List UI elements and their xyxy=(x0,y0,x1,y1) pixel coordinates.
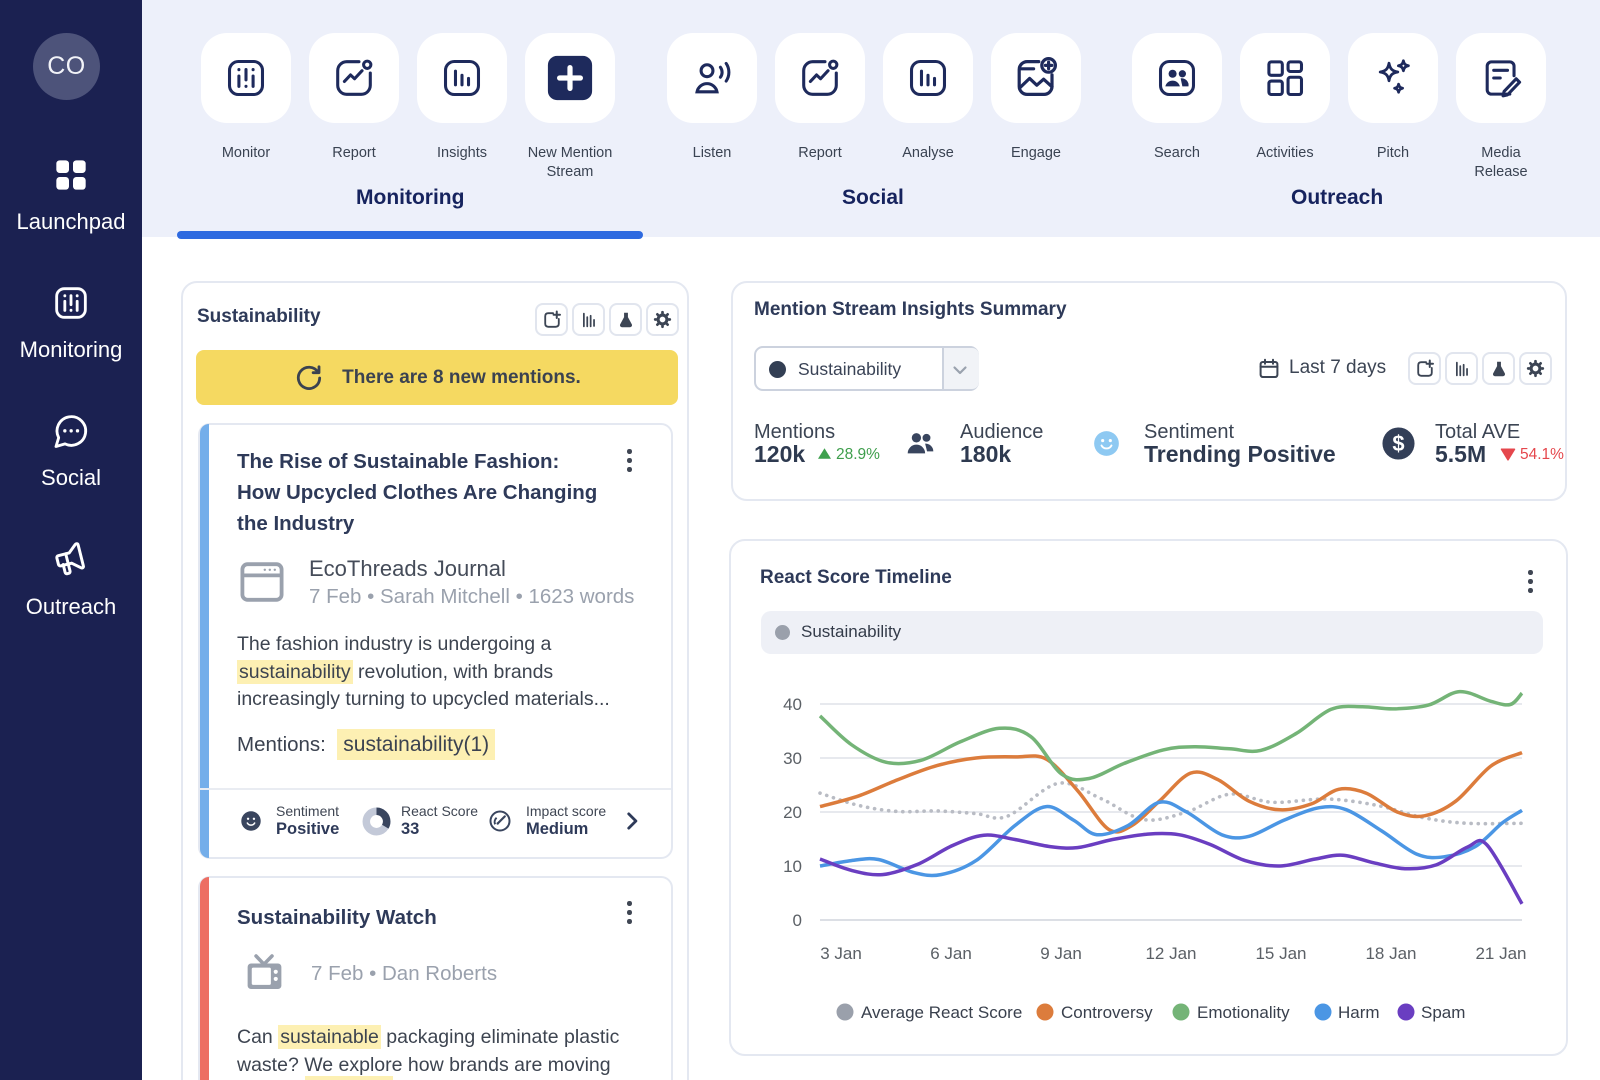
svg-text:10: 10 xyxy=(783,857,802,876)
svg-text:15 Jan: 15 Jan xyxy=(1255,944,1306,963)
svg-text:$: $ xyxy=(1392,431,1404,456)
svg-text:6 Jan: 6 Jan xyxy=(930,944,972,963)
svg-text:9 Jan: 9 Jan xyxy=(1040,944,1082,963)
svg-text:30: 30 xyxy=(783,749,802,768)
svg-text:0: 0 xyxy=(793,911,802,930)
svg-text:Average React Score: Average React Score xyxy=(861,1003,1022,1022)
svg-text:Emotionality: Emotionality xyxy=(1197,1003,1290,1022)
svg-text:Controversy: Controversy xyxy=(1061,1003,1153,1022)
svg-text:20: 20 xyxy=(783,803,802,822)
svg-text:12 Jan: 12 Jan xyxy=(1145,944,1196,963)
svg-text:3 Jan: 3 Jan xyxy=(820,944,862,963)
svg-text:18 Jan: 18 Jan xyxy=(1365,944,1416,963)
svg-text:40: 40 xyxy=(783,695,802,714)
svg-text:Harm: Harm xyxy=(1338,1003,1380,1022)
svg-text:Spam: Spam xyxy=(1421,1003,1465,1022)
svg-text:21 Jan: 21 Jan xyxy=(1475,944,1526,963)
